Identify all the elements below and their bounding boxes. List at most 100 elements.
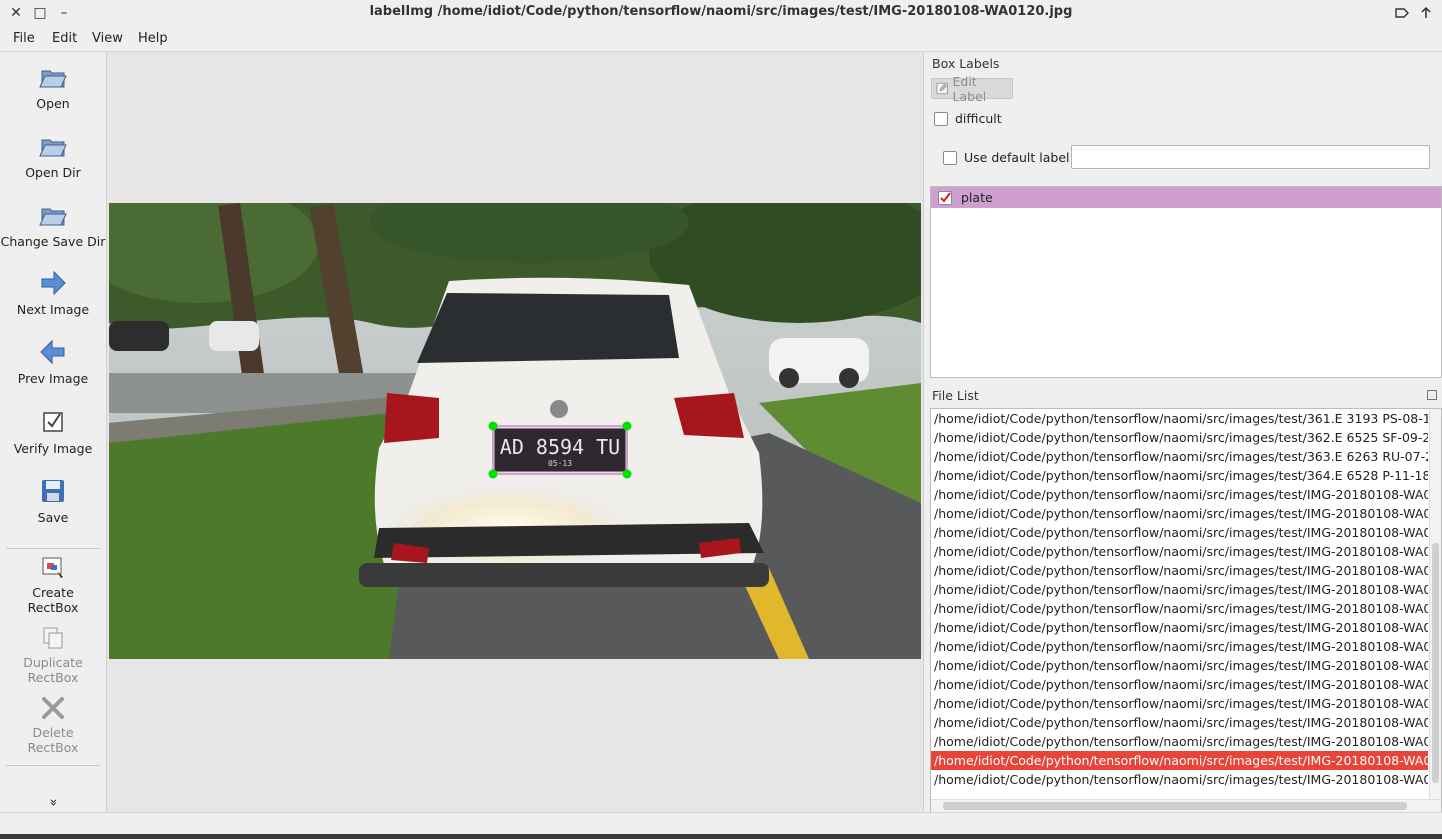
toolbar: Open Open Dir Change Save Dir Next Image… bbox=[0, 52, 107, 812]
file-list-item[interactable]: /home/idiot/Code/python/tensorflow/naomi… bbox=[931, 599, 1428, 618]
file-list-title: File List bbox=[932, 388, 979, 403]
bounding-box bbox=[492, 425, 628, 475]
verify-image-label: Verify Image bbox=[13, 441, 93, 456]
title-bar: ✕ □ – labelImg /home/idiot/Code/python/t… bbox=[0, 0, 1442, 26]
folder-open-icon bbox=[39, 208, 67, 226]
tag-icon bbox=[1395, 8, 1409, 18]
save-button[interactable]: Save bbox=[0, 476, 106, 525]
file-list-item[interactable]: /home/idiot/Code/python/tensorflow/naomi… bbox=[931, 618, 1428, 637]
edit-label-text: Edit Label bbox=[952, 73, 987, 104]
open-button[interactable]: Open bbox=[0, 62, 106, 111]
use-default-label-checkbox[interactable] bbox=[943, 151, 957, 165]
photo: AD 8594 TU 05·13 bbox=[109, 203, 921, 659]
open-dir-label: Open Dir bbox=[25, 165, 81, 180]
default-label-input[interactable] bbox=[1071, 145, 1430, 169]
box-handle bbox=[622, 421, 632, 431]
prev-image-label: Prev Image bbox=[17, 371, 89, 386]
delete-rectbox-label-line2: RectBox bbox=[27, 740, 79, 755]
right-dock: Box Labels Edit Label difficult Use defa… bbox=[924, 52, 1442, 813]
file-list-item[interactable]: /home/idiot/Code/python/tensorflow/naomi… bbox=[931, 485, 1428, 504]
use-default-label-text: Use default label bbox=[964, 150, 1070, 165]
difficult-checkbox[interactable] bbox=[934, 112, 948, 126]
change-save-dir-button[interactable]: Change Save Dir bbox=[0, 200, 106, 249]
draw-rect-icon bbox=[42, 557, 63, 578]
menu-bar: File Edit View Help bbox=[0, 26, 1442, 52]
duplicate-rectbox-button[interactable]: Duplicate RectBox bbox=[0, 625, 106, 685]
file-list-vertical-scrollbar[interactable] bbox=[1429, 409, 1441, 799]
window-title: labelImg /home/idiot/Code/python/tensorf… bbox=[369, 4, 1073, 19]
folder-open-icon bbox=[39, 139, 67, 157]
float-dock-icon[interactable] bbox=[1427, 390, 1437, 400]
menu-edit[interactable]: Edit bbox=[52, 31, 77, 46]
next-image-button[interactable]: Next Image bbox=[0, 268, 106, 317]
difficult-label: difficult bbox=[955, 111, 1002, 126]
car-photo: AD 8594 TU 05·13 bbox=[109, 203, 921, 659]
create-rectbox-label-line1: Create bbox=[32, 585, 74, 600]
file-list-item[interactable]: /home/idiot/Code/python/tensorflow/naomi… bbox=[931, 561, 1428, 580]
file-list-item[interactable]: /home/idiot/Code/python/tensorflow/naomi… bbox=[931, 770, 1428, 789]
prev-image-button[interactable]: Prev Image bbox=[0, 337, 106, 386]
box-handle bbox=[622, 469, 632, 479]
toolbar-extension-button[interactable]: » bbox=[46, 798, 61, 808]
file-list-item[interactable]: /home/idiot/Code/python/tensorflow/naomi… bbox=[931, 732, 1428, 751]
file-list-item[interactable]: /home/idiot/Code/python/tensorflow/naomi… bbox=[931, 751, 1428, 770]
box-handle bbox=[488, 421, 498, 431]
file-list-item[interactable]: /home/idiot/Code/python/tensorflow/naomi… bbox=[931, 466, 1428, 485]
save-label: Save bbox=[37, 510, 69, 525]
folder-open-icon bbox=[39, 70, 67, 88]
file-list-item[interactable]: /home/idiot/Code/python/tensorflow/naomi… bbox=[931, 580, 1428, 599]
scrollbar-thumb[interactable] bbox=[1432, 543, 1439, 783]
scrollbar-thumb[interactable] bbox=[943, 802, 1407, 810]
file-list-item[interactable]: /home/idiot/Code/python/tensorflow/naomi… bbox=[931, 504, 1428, 523]
delete-rectbox-label-line1: Delete bbox=[32, 725, 74, 740]
file-list-item[interactable]: /home/idiot/Code/python/tensorflow/naomi… bbox=[931, 409, 1428, 428]
next-image-label: Next Image bbox=[16, 302, 90, 317]
verify-image-button[interactable]: Verify Image bbox=[0, 407, 106, 456]
label-item-plate[interactable]: plate bbox=[931, 187, 1441, 208]
copy-icon bbox=[43, 627, 63, 649]
double-chevron-down-icon: » bbox=[45, 798, 61, 807]
duplicate-rectbox-label-line1: Duplicate bbox=[23, 655, 83, 670]
label-item-name: plate bbox=[961, 190, 993, 205]
checkmark-icon bbox=[940, 191, 951, 203]
floppy-disk-icon bbox=[42, 480, 64, 502]
label-list[interactable]: plate bbox=[930, 186, 1442, 378]
box-handle bbox=[488, 469, 498, 479]
file-list-item[interactable]: /home/idiot/Code/python/tensorflow/naomi… bbox=[931, 656, 1428, 675]
file-list-item[interactable]: /home/idiot/Code/python/tensorflow/naomi… bbox=[931, 713, 1428, 732]
shade-button[interactable] bbox=[1417, 4, 1435, 22]
file-list-item[interactable]: /home/idiot/Code/python/tensorflow/naomi… bbox=[931, 523, 1428, 542]
toolbar-separator bbox=[6, 548, 100, 549]
taskbar-strip bbox=[0, 834, 1442, 839]
edit-icon bbox=[936, 82, 949, 95]
file-list-item[interactable]: /home/idiot/Code/python/tensorflow/naomi… bbox=[931, 694, 1428, 713]
file-list-item[interactable]: /home/idiot/Code/python/tensorflow/naomi… bbox=[931, 675, 1428, 694]
menu-view[interactable]: View bbox=[92, 31, 123, 46]
file-list-horizontal-scrollbar[interactable] bbox=[931, 799, 1441, 812]
open-dir-button[interactable]: Open Dir bbox=[0, 131, 106, 180]
menu-file[interactable]: File bbox=[13, 31, 35, 46]
image-canvas[interactable]: AD 8594 TU 05·13 bbox=[107, 52, 924, 812]
arrow-left-icon bbox=[40, 339, 65, 365]
label-item-checkbox[interactable] bbox=[938, 190, 952, 205]
arrow-up-icon bbox=[1421, 7, 1431, 18]
file-list[interactable]: /home/idiot/Code/python/tensorflow/naomi… bbox=[930, 408, 1442, 813]
edit-label-button[interactable]: Edit Label bbox=[931, 74, 1013, 104]
keep-above-button[interactable] bbox=[1393, 4, 1411, 22]
toolbar-separator bbox=[6, 765, 100, 766]
delete-icon bbox=[42, 697, 64, 719]
create-rectbox-label-line2: RectBox bbox=[27, 600, 79, 615]
open-label: Open bbox=[36, 96, 70, 111]
file-list-item[interactable]: /home/idiot/Code/python/tensorflow/naomi… bbox=[931, 447, 1428, 466]
arrow-right-icon bbox=[41, 270, 66, 296]
file-list-item[interactable]: /home/idiot/Code/python/tensorflow/naomi… bbox=[931, 542, 1428, 561]
change-save-dir-label: Change Save Dir bbox=[0, 234, 106, 249]
checkbox-checked-icon bbox=[43, 412, 63, 432]
box-labels-title: Box Labels bbox=[932, 56, 1000, 71]
menu-help[interactable]: Help bbox=[138, 31, 168, 46]
create-rectbox-button[interactable]: Create RectBox bbox=[0, 555, 106, 615]
file-list-item[interactable]: /home/idiot/Code/python/tensorflow/naomi… bbox=[931, 428, 1428, 447]
delete-rectbox-button[interactable]: Delete RectBox bbox=[0, 695, 106, 755]
duplicate-rectbox-label-line2: RectBox bbox=[27, 670, 79, 685]
file-list-item[interactable]: /home/idiot/Code/python/tensorflow/naomi… bbox=[931, 637, 1428, 656]
